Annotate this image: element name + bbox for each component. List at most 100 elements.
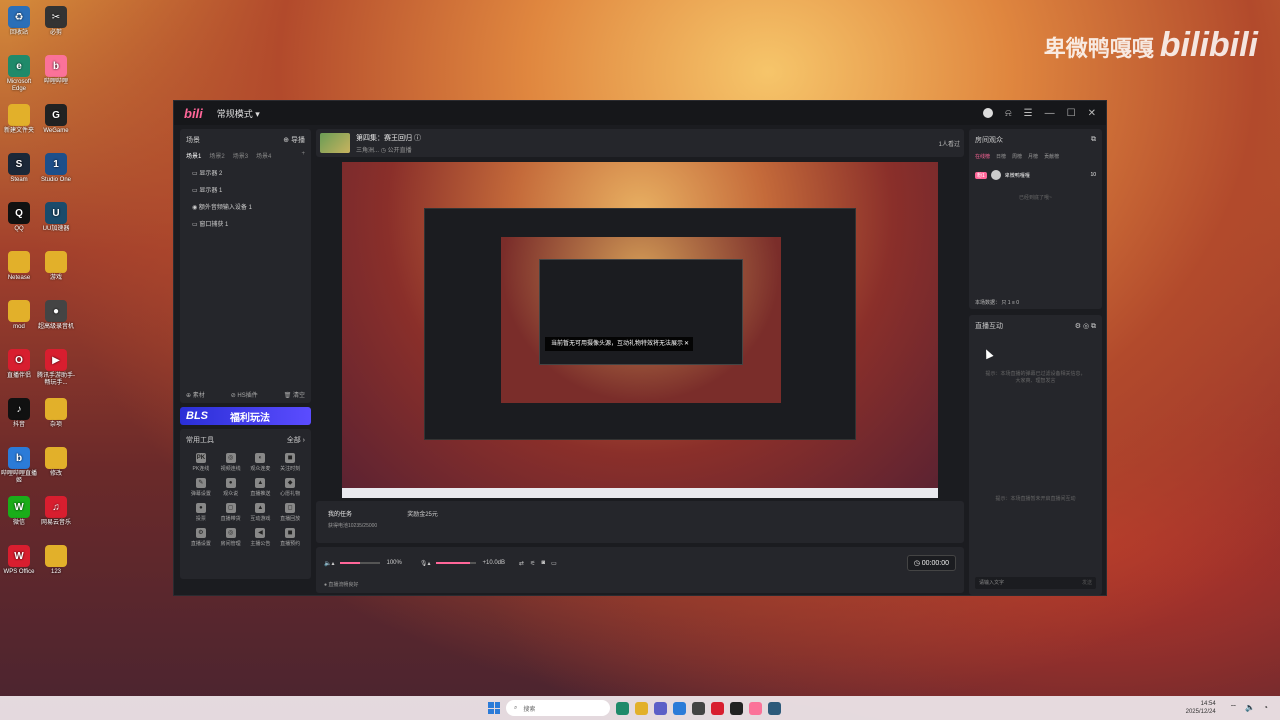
desktop-icon[interactable]: W 微信 bbox=[0, 496, 38, 527]
steam-icon[interactable] bbox=[692, 701, 705, 715]
send-button[interactable]: 发送 bbox=[1082, 577, 1092, 589]
tool-item[interactable]: ▲ 直播推送 bbox=[246, 478, 276, 497]
file-explorer-icon[interactable] bbox=[635, 701, 648, 715]
bilibili-icon[interactable] bbox=[749, 701, 762, 715]
desktop-icon[interactable]: 新建文件夹 bbox=[0, 104, 38, 135]
popout-icon[interactable]: ⧉ bbox=[1091, 136, 1096, 144]
tool-item[interactable]: ◼ 直播预约 bbox=[275, 528, 305, 547]
tab-scene-1[interactable]: 场景1 bbox=[186, 151, 201, 160]
tool-item[interactable]: ▲ 互动游戏 bbox=[246, 503, 276, 522]
room-title[interactable]: 第四集：赛王回归 ⓘ bbox=[356, 133, 421, 143]
desktop-icon[interactable]: Q QQ bbox=[0, 202, 38, 233]
bell-icon[interactable]: ⍾ bbox=[1005, 108, 1012, 119]
teams-icon[interactable] bbox=[654, 701, 667, 715]
desktop-icon[interactable]: ▶ 腾讯手游助手-畅玩手... bbox=[37, 349, 75, 387]
desktop-icon[interactable]: G WeGame bbox=[37, 104, 75, 135]
tool-item[interactable]: ◻ 直播回放 bbox=[275, 503, 305, 522]
add-material-button[interactable]: ⊕ 素材 bbox=[186, 390, 205, 399]
tool-item[interactable]: ● 投票 bbox=[186, 503, 216, 522]
desktop-icon[interactable]: O 直播伴侣 bbox=[0, 349, 38, 380]
noise-icon[interactable]: ⚟ bbox=[530, 560, 535, 567]
clear-button[interactable]: 🗑 清空 bbox=[284, 390, 305, 399]
audience-row[interactable]: 粉1 卑微鸭嘎嘎 10 bbox=[975, 170, 1096, 180]
desktop-icon[interactable]: ♪ 抖音 bbox=[0, 398, 38, 429]
tool-item[interactable]: ◎ 房间管理 bbox=[216, 528, 246, 547]
tool-item[interactable]: ◼ 关注时刻 bbox=[275, 453, 305, 472]
desktop-icon[interactable]: Netease bbox=[0, 251, 38, 282]
room-cover[interactable] bbox=[320, 133, 350, 153]
notification-icon[interactable]: ◔ bbox=[1263, 703, 1268, 713]
tool-item[interactable]: ● 观众说 bbox=[216, 478, 246, 497]
tool-item[interactable]: ◻ 直播带货 bbox=[216, 503, 246, 522]
tab-scene-3[interactable]: 场景3 bbox=[233, 151, 248, 160]
volume-icon[interactable]: 🔈 bbox=[1245, 703, 1255, 713]
mic-volume-slider[interactable] bbox=[436, 562, 477, 564]
camera-icon[interactable]: ▭ bbox=[551, 560, 557, 567]
desktop-icon[interactable]: mod bbox=[0, 300, 38, 331]
tab-weekly[interactable]: 周榜 bbox=[1012, 153, 1022, 160]
netease-music-icon[interactable] bbox=[711, 701, 724, 715]
desktop-icon[interactable]: b 哔哩哔哩直播姬 bbox=[0, 447, 38, 485]
store-icon[interactable] bbox=[673, 701, 686, 715]
mode-dropdown[interactable]: 常规模式 ▾ bbox=[217, 107, 260, 120]
speaker-volume-slider[interactable] bbox=[340, 562, 381, 564]
desktop-icon[interactable]: 游戏 bbox=[37, 251, 75, 282]
desktop-icon[interactable]: ● 超高级录音机 bbox=[37, 300, 75, 331]
chat-input[interactable]: 请输入文字 发送 bbox=[975, 577, 1096, 589]
avatar[interactable] bbox=[983, 108, 994, 118]
stream-preview[interactable]: 当前暂无可用摄像头源，互动礼物特效将无法展示 ✕ bbox=[342, 162, 938, 498]
close-icon[interactable]: ✕ bbox=[684, 337, 689, 351]
source-item[interactable]: ▭ 显示器 1 bbox=[186, 185, 305, 194]
network-icon[interactable]: ⌔ bbox=[1230, 703, 1238, 713]
desktop-icon[interactable]: b 哔哩哔哩 bbox=[37, 55, 75, 86]
desktop-icon[interactable]: U UU加速器 bbox=[37, 202, 75, 233]
tool-item[interactable]: ⚙ 直播设置 bbox=[186, 528, 216, 547]
close-icon[interactable]: ✕ bbox=[1088, 108, 1096, 119]
tab-daily[interactable]: 日榜 bbox=[996, 153, 1006, 160]
record-icon[interactable]: ◙ bbox=[541, 560, 545, 566]
mixer-icon[interactable]: ⇄ bbox=[519, 560, 524, 567]
source-item[interactable]: ▭ 显示器 2 bbox=[186, 168, 305, 177]
tab-contribution[interactable]: 贡献榜 bbox=[1044, 153, 1059, 160]
desktop-icon[interactable]: 123 bbox=[37, 545, 75, 576]
edge-icon[interactable] bbox=[616, 701, 629, 715]
desktop-icon[interactable]: 修改 bbox=[37, 447, 75, 478]
tool-item[interactable]: PK PK连线 bbox=[186, 453, 216, 472]
maximize-icon[interactable]: ☐ bbox=[1067, 108, 1076, 119]
desktop-icon[interactable]: ♻ 回收站 bbox=[0, 6, 38, 37]
source-item[interactable]: ◉ 额外音频输入设备 1 bbox=[186, 202, 305, 211]
tab-online[interactable]: 在线榜 bbox=[975, 153, 990, 160]
tool-item[interactable]: ◎ 视频连线 bbox=[216, 453, 246, 472]
tool-item[interactable]: ◆ 心愿礼物 bbox=[275, 478, 305, 497]
tab-scene-2[interactable]: 场景2 bbox=[209, 151, 224, 160]
menu-icon[interactable]: ☰ bbox=[1024, 108, 1033, 119]
start-icon[interactable] bbox=[488, 702, 500, 714]
add-scene-button[interactable]: + bbox=[301, 151, 305, 160]
import-button[interactable]: ⊕ 导播 bbox=[283, 135, 305, 145]
desktop-icon[interactable]: ♫ 网易云音乐 bbox=[37, 496, 75, 527]
desktop-icon[interactable]: S Steam bbox=[0, 153, 38, 184]
source-item[interactable]: ▭ 窗口捕获 1 bbox=[186, 219, 305, 228]
desktop-icon[interactable]: W WPS Office bbox=[0, 545, 38, 576]
desktop-icon[interactable]: 1 Studio One bbox=[37, 153, 75, 184]
taskbar-search[interactable]: ⌕ 搜索 bbox=[506, 700, 610, 716]
wegame-icon[interactable] bbox=[730, 701, 743, 715]
tab-scene-4[interactable]: 场景4 bbox=[256, 151, 271, 160]
tool-item[interactable]: ◀ 主播公告 bbox=[246, 528, 276, 547]
settings-icon[interactable]: ⚙ ◎ ⧉ bbox=[1075, 322, 1096, 331]
clock[interactable]: 14:54 2025/12/24 bbox=[1186, 700, 1216, 716]
tab-monthly[interactable]: 月榜 bbox=[1028, 153, 1038, 160]
all-tools-link[interactable]: 全部 › bbox=[287, 435, 305, 445]
bls-welfare-banner[interactable]: BLS 福利玩法 bbox=[180, 407, 311, 425]
task-reward[interactable]: 奖励金25元 bbox=[407, 509, 438, 535]
minimize-icon[interactable]: — bbox=[1045, 108, 1055, 119]
tool-item[interactable]: ✎ 弹幕设置 bbox=[186, 478, 216, 497]
tool-item[interactable]: ◐ 观众连麦 bbox=[246, 453, 276, 472]
desktop-icon[interactable]: ✂ 必剪 bbox=[37, 6, 75, 37]
desktop-icon[interactable]: 杂项 bbox=[37, 398, 75, 429]
speaker-icon[interactable]: 🔈▴ bbox=[324, 560, 334, 567]
hs-plugin-button[interactable]: ⊘ HS插件 bbox=[231, 390, 258, 399]
desktop-icon[interactable]: e Microsoft Edge bbox=[0, 55, 38, 93]
mic-icon[interactable]: 🎙▴ bbox=[420, 560, 431, 567]
app-icon[interactable] bbox=[768, 701, 781, 715]
